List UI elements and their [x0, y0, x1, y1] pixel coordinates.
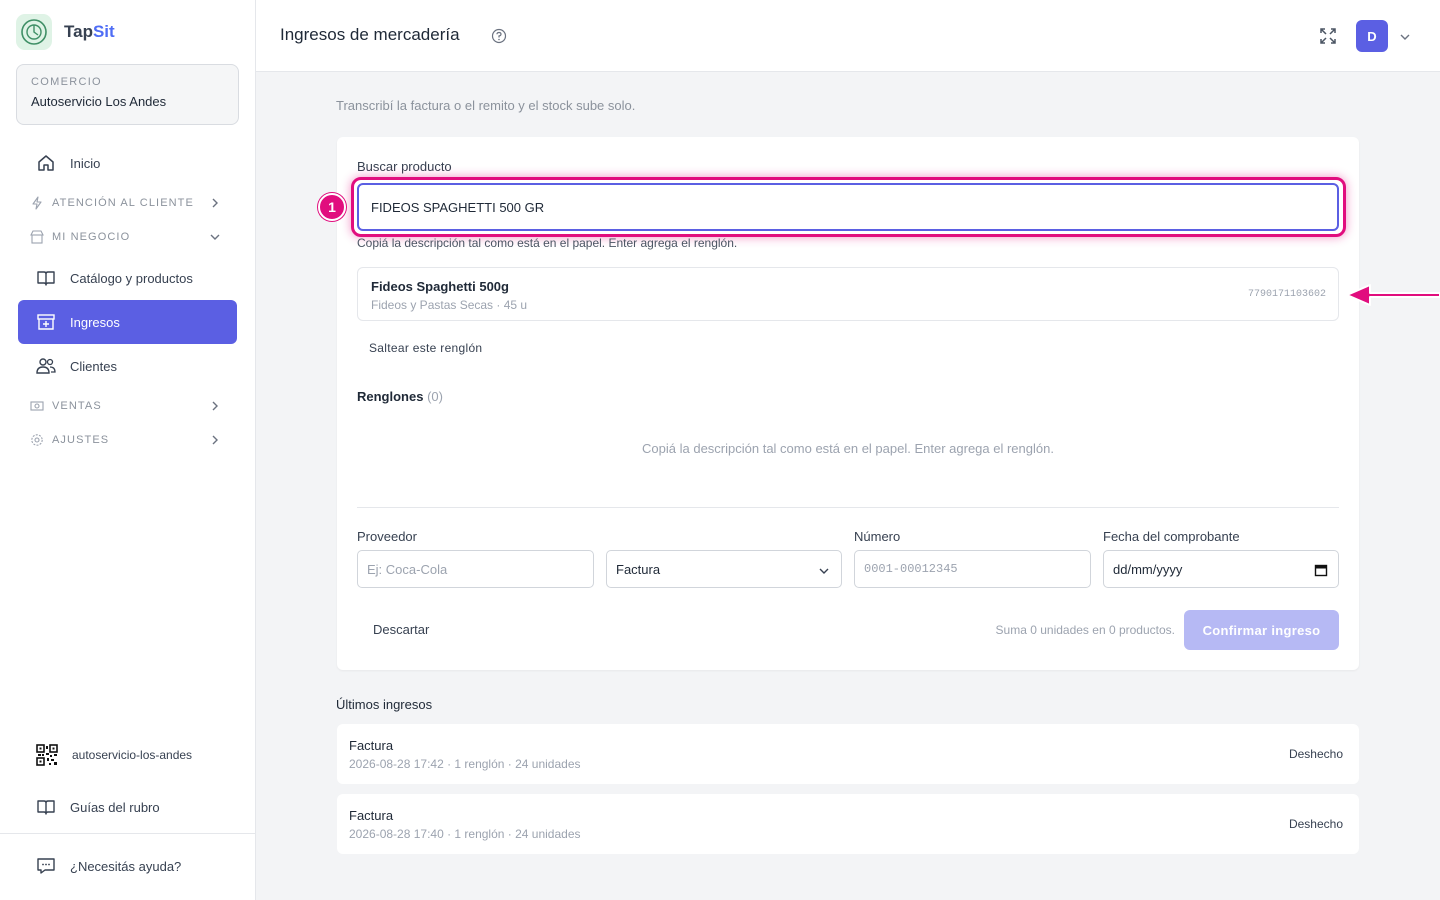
chevron-down-icon — [210, 234, 220, 240]
card-divider — [357, 507, 1339, 508]
doc-type-value: Factura — [616, 561, 661, 577]
step-badge: 1 — [318, 193, 346, 221]
sidebar: TapSit COMERCIO Autoservicio Los Andes I… — [0, 0, 256, 900]
sidebar-group-customer-service[interactable]: ATENCIÓN AL CLIENTE — [30, 193, 226, 213]
sidebar-group-label: MI NEGOCIO — [52, 231, 131, 243]
store-selector[interactable]: COMERCIO Autoservicio Los Andes — [16, 64, 239, 125]
sidebar-item-clients[interactable]: Clientes — [18, 344, 237, 388]
store-qr-link[interactable]: autoservicio-los-andes — [18, 733, 237, 777]
archive-box-icon — [37, 314, 55, 330]
entry-type: Factura — [349, 808, 394, 823]
sidebar-item-label: Clientes — [70, 358, 117, 374]
tapsit-logo-icon — [16, 14, 52, 50]
supplier-label: Proveedor — [357, 529, 417, 544]
product-barcode: 7790171103602 — [1247, 289, 1326, 300]
sidebar-item-label: Ingresos — [70, 314, 120, 330]
chevron-right-icon — [212, 198, 218, 208]
skip-line-button[interactable]: Saltear este renglón — [369, 341, 482, 355]
doc-type-select[interactable]: Factura — [606, 550, 842, 588]
bolt-icon — [32, 196, 42, 210]
lines-empty-message: Copiá la descripción tal como está en el… — [642, 441, 1054, 456]
help-link[interactable]: ¿Necesitás ayuda? — [18, 844, 237, 888]
store-icon — [30, 230, 44, 244]
store-slug: autoservicio-los-andes — [72, 748, 193, 762]
home-icon — [38, 155, 54, 171]
sidebar-item-label: Catálogo y productos — [70, 270, 193, 286]
fullscreen-icon[interactable] — [1318, 26, 1338, 46]
chevron-right-icon — [212, 435, 218, 445]
last-intakes-title: Últimos ingresos — [336, 697, 433, 712]
gear-icon — [31, 434, 43, 446]
banknote-icon — [30, 401, 44, 411]
date-input[interactable]: dd/mm/yyyy — [1103, 550, 1339, 588]
users-icon — [36, 358, 56, 374]
sidebar-item-catalog[interactable]: Catálogo y productos — [18, 256, 237, 300]
undo-button[interactable]: Deshecho — [1289, 747, 1343, 761]
entry-type: Factura — [349, 738, 394, 753]
sidebar-item-guides[interactable]: Guías del rubro — [18, 785, 237, 829]
sidebar-item-label: ¿Necesitás ayuda? — [70, 858, 182, 874]
page-title: Ingresos de mercadería — [280, 25, 460, 44]
sidebar-group-label: AJUSTES — [52, 434, 110, 446]
list-item: Factura 2026-08-28 17:42 · 1 renglón · 2… — [337, 724, 1359, 784]
sidebar-item-label: Guías del rubro — [70, 799, 160, 815]
date-placeholder: dd/mm/yyyy — [1113, 561, 1183, 577]
lines-count: (0) — [427, 389, 443, 404]
confirm-intake-button[interactable]: Confirmar ingreso — [1184, 610, 1339, 650]
chat-bubble-icon — [37, 858, 55, 874]
chevron-down-icon[interactable] — [1398, 30, 1412, 44]
intake-card: Buscar producto 1 Copiá la descripción t… — [318, 137, 1359, 670]
store-name: Autoservicio Los Andes — [31, 94, 167, 109]
store-label: COMERCIO — [31, 76, 102, 88]
supplier-placeholder: Ej: Coca-Cola — [367, 561, 448, 577]
discard-button[interactable]: Descartar — [373, 622, 429, 637]
top-header: Ingresos de mercadería D — [256, 0, 1440, 72]
supplier-input[interactable]: Ej: Coca-Cola — [357, 550, 594, 588]
search-hint: Copiá la descripción tal como está en el… — [357, 236, 738, 250]
book-open-icon — [37, 800, 55, 815]
page-subtitle: Transcribí la factura o el remito y el s… — [336, 98, 636, 113]
entry-meta: 2026-08-28 17:42 · 1 renglón · 24 unidad… — [349, 757, 581, 771]
chevron-right-icon — [212, 401, 218, 411]
date-label: Fecha del comprobante — [1103, 529, 1240, 544]
product-meta: Fideos y Pastas Secas · 45 u — [371, 298, 528, 312]
annotation-arrow-icon — [1346, 284, 1440, 306]
sidebar-item-label: Inicio — [70, 155, 101, 171]
brand[interactable]: TapSit — [16, 14, 115, 50]
lines-title: Renglones (0) — [357, 389, 443, 404]
sidebar-group-settings[interactable]: AJUSTES — [30, 430, 226, 450]
number-input[interactable]: 0001-00012345 — [854, 550, 1091, 588]
sidebar-group-label: VENTAS — [52, 400, 102, 412]
calendar-icon[interactable] — [1314, 563, 1328, 577]
product-suggestion[interactable]: Fideos Spaghetti 500g Fideos y Pastas Se… — [357, 267, 1339, 321]
user-avatar[interactable]: D — [1356, 20, 1388, 52]
number-placeholder: 0001-00012345 — [864, 562, 958, 576]
product-name: Fideos Spaghetti 500g — [371, 279, 509, 294]
list-item: Factura 2026-08-28 17:40 · 1 renglón · 2… — [337, 794, 1359, 854]
sidebar-group-my-business[interactable]: MI NEGOCIO — [30, 227, 226, 247]
summary-text: Suma 0 unidades en 0 productos. — [995, 623, 1175, 637]
search-label: Buscar producto — [357, 159, 452, 174]
undo-button[interactable]: Deshecho — [1289, 817, 1343, 831]
entry-meta: 2026-08-28 17:40 · 1 renglón · 24 unidad… — [349, 827, 581, 841]
sidebar-divider — [0, 833, 256, 834]
sidebar-item-intake[interactable]: Ingresos — [18, 300, 237, 344]
sidebar-group-sales[interactable]: VENTAS — [30, 396, 226, 416]
search-input[interactable] — [357, 183, 1339, 231]
book-open-icon — [37, 271, 55, 286]
number-label: Número — [854, 529, 901, 544]
sidebar-item-home[interactable]: Inicio — [18, 141, 237, 185]
question-circle-icon[interactable] — [491, 28, 507, 44]
chevron-down-icon — [819, 568, 829, 574]
brand-name: TapSit — [64, 22, 115, 41]
qr-code-icon — [36, 744, 58, 766]
sidebar-group-label: ATENCIÓN AL CLIENTE — [52, 197, 194, 209]
